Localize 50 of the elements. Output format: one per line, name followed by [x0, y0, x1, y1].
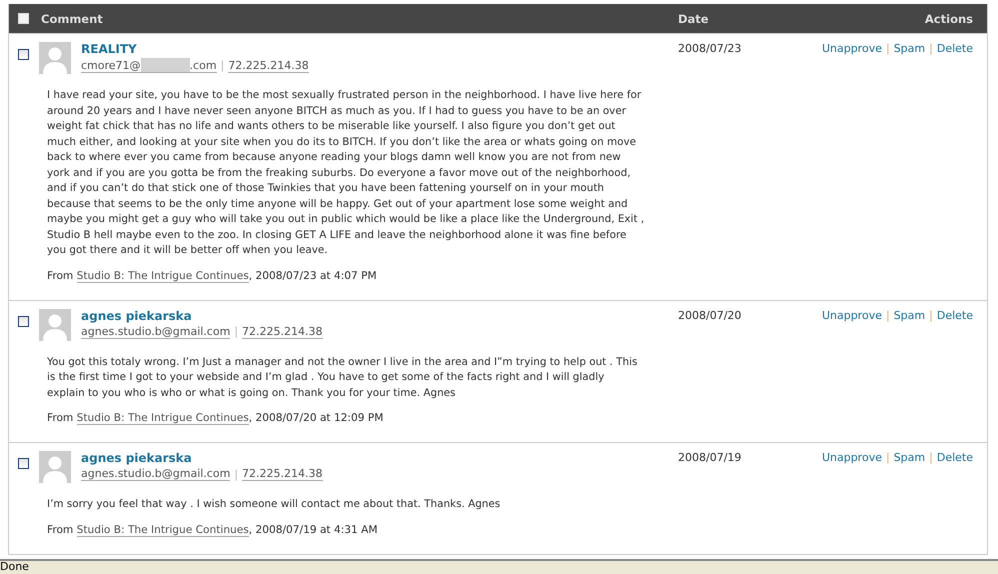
- author-name: agnes piekarska: [81, 451, 193, 465]
- post-link[interactable]: Studio B: The Intrigue Continues: [76, 412, 249, 425]
- email-link[interactable]: agnes.studio.b@gmail.com: [81, 467, 230, 481]
- separator: |: [220, 59, 224, 72]
- comment-text: I’m sorry you feel that way . I wish someone will contact me about that. Thanks. Agnes: [47, 497, 502, 512]
- column-header: Actions: [924, 12, 974, 26]
- action-link[interactable]: Delete: [936, 451, 973, 464]
- comment-date: 2008/07/20: [677, 308, 742, 324]
- separator: |: [929, 451, 933, 464]
- author-name: agnes piekarska: [81, 308, 193, 322]
- row-checkbox[interactable]: [18, 458, 29, 469]
- comment-date: 2008/07/19: [677, 451, 742, 466]
- separator: |: [234, 325, 238, 338]
- avatar-icon: [39, 42, 71, 74]
- avatar-icon: [39, 451, 71, 483]
- comment-text: I have read your site, you have to be the most sexually frustrated person in the neighborhood. I have live here for around 20 years and I have never seen anyone BITCH as much as you. If I had to guess you have to be an over weight fat chick that has no life and wants others to be miserable like yourself. I also figure you don’t get out much either, and looking at your site when you do its to BITCH. If you don’t like the area or whats going on move back to where ever you came from because anyone reading your blogs damn well know you are not from new york and if you are you gotta be from the freaking suburbs. Do everyone a favor move out of the neighborhood, and if you can’t do that stick one of those Twinkies that you have been fattening yourself on in your mouth because that seems to be the only time anyone will be happy. Get out of your apartment lose some weight and maybe you might get a guy who will take you out in public which would be like a place like the Underground, Exit , Studio B hell maybe even to the zoo. In closing GET A LIFE and leave the neighborhood alone it was fine before you got there and it will be better off when you leave.: [47, 88, 645, 258]
- comment-text: You got this totaly wrong. I’m Just a manager and not the owner I live in the area and I”m trying to help out . This is the first time I got to your webside and I’m glad . You have to get some of the facts right and I will gladly explain to you who is who or what is going on. Thank you for your time. Agnes: [47, 354, 638, 400]
- comment-source: From Studio B: The Intrigue Continues, 2008/07/19 at 4:31 AM: [47, 524, 378, 536]
- row-checkbox[interactable]: [18, 49, 29, 60]
- action-link[interactable]: Spam: [894, 308, 926, 322]
- ip-link[interactable]: 72.225.214.38: [242, 324, 323, 338]
- comment-date: 2008/07/23: [677, 42, 742, 57]
- ip-link[interactable]: 72.225.214.38: [242, 467, 323, 481]
- post-link[interactable]: Studio B: The Intrigue Continues: [76, 524, 249, 536]
- separator: |: [929, 308, 933, 322]
- avatar-icon: [39, 308, 71, 340]
- row-checkbox[interactable]: [18, 316, 29, 326]
- separator: |: [886, 308, 890, 322]
- status-text: Done: [0, 561, 29, 573]
- action-link[interactable]: Unapprove: [822, 308, 882, 322]
- separator: |: [886, 451, 890, 464]
- action-link[interactable]: Spam: [894, 42, 926, 55]
- separator: |: [929, 42, 933, 55]
- action-link[interactable]: Unapprove: [822, 42, 882, 55]
- email-link[interactable]: cmore71@ .com: [81, 58, 217, 73]
- column-header: Comment: [41, 12, 103, 26]
- post-link[interactable]: Studio B: The Intrigue Continues: [76, 270, 249, 282]
- author-name: REALITY: [81, 42, 138, 56]
- action-link[interactable]: Delete: [936, 42, 973, 55]
- ip-link[interactable]: 72.225.214.38: [228, 58, 309, 72]
- separator: |: [886, 42, 890, 55]
- action-link[interactable]: Spam: [894, 451, 926, 464]
- email-link[interactable]: agnes.studio.b@gmail.com: [81, 324, 230, 338]
- comment-source: From Studio B: The Intrigue Continues, 2008/07/20 at 12:09 PM: [47, 412, 384, 424]
- action-link[interactable]: Delete: [936, 308, 973, 322]
- comment-source: From Studio B: The Intrigue Continues, 2008/07/23 at 4:07 PM: [47, 270, 378, 282]
- select-all-checkbox[interactable]: [18, 13, 29, 24]
- action-link[interactable]: Unapprove: [822, 451, 882, 464]
- column-header: Date: [677, 12, 709, 26]
- separator: |: [234, 468, 238, 480]
